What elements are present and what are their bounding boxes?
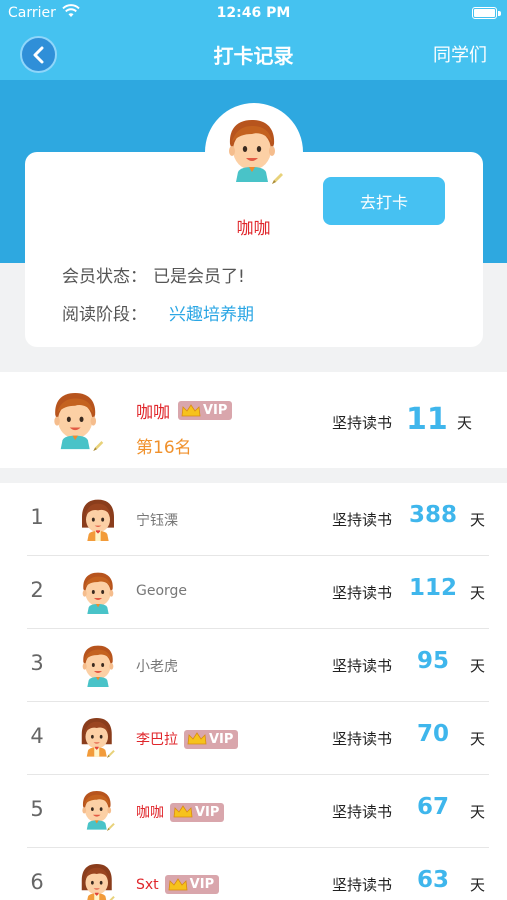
vip-badge: VIP [164,875,220,894]
classmates-link[interactable]: 同学们 [433,41,487,67]
rank-number: 3 [30,651,44,675]
battery-icon [472,7,497,19]
leaderboard-row[interactable]: 3 小老虎 坚持读书 95 天 [0,629,507,702]
page-title: 打卡记录 [213,44,294,68]
rank-number: 5 [30,797,44,821]
girl-avatar-icon [78,861,118,900]
my-days-count: 11 [406,402,448,437]
days-label: 坚持读书 [332,730,393,748]
my-name-text: 咖咖 [136,403,170,423]
vip-badge: VIP [178,401,233,420]
my-rank-panel: 咖咖 VIP 第16名 坚持读书 11 天 [0,372,507,468]
leaderboard-row[interactable]: 4 李巴拉 VIP 坚持读书 70 天 [0,702,507,775]
leaderboard-list: 1 宁钰溧 坚持读书 388 天 2 George 坚持读书 112 天 3 小… [0,483,507,900]
user-name: 小老虎 [136,659,178,675]
vip-label: VIP [209,731,234,747]
days-count: 67 [416,794,449,820]
days-unit: 天 [470,584,486,602]
rank-number: 1 [30,505,44,529]
my-rank-text: 第16名 [136,438,192,458]
navigation-bar: 打卡记录 同学们 [0,28,507,78]
my-days-label: 坚持读书 [332,414,393,432]
days-label: 坚持读书 [332,584,393,602]
vip-label: VIP [189,877,215,892]
girl-avatar-icon [78,715,118,765]
days-unit: 天 [470,511,486,529]
user-name: 宁钰溧 [136,513,178,529]
vip-label: VIP [195,804,220,820]
days-count: 70 [416,721,449,747]
reading-stage-value[interactable]: 兴趣培养期 [169,305,254,325]
days-label: 坚持读书 [332,657,393,675]
rank-number: 4 [30,724,44,748]
rank-number: 2 [30,578,44,602]
membership-label: 会员状态： [62,267,147,287]
reading-stage-row: 阅读阶段： 兴趣培养期 [62,300,254,325]
rank-number: 6 [30,870,44,894]
user-name: 李巴拉 VIP [136,729,239,749]
vip-badge: VIP [184,729,239,749]
days-label: 坚持读书 [332,803,393,821]
leaderboard-row[interactable]: 1 宁钰溧 坚持读书 388 天 [0,483,507,556]
my-days-unit: 天 [457,414,473,432]
membership-value: 已是会员了! [153,267,245,287]
user-name-text: 李巴拉 [136,732,178,748]
membership-row: 会员状态： 已是会员了! [62,262,245,287]
profile-avatar [205,103,303,201]
clock: 12:46 PM [216,5,291,21]
days-unit: 天 [470,876,486,894]
crown-icon [187,732,207,745]
boy-avatar-icon [78,569,118,619]
user-name: Sxt VIP [136,875,220,894]
crown-icon [173,805,193,818]
my-name: 咖咖 VIP [136,398,233,423]
leaderboard-row[interactable]: 2 George 坚持读书 112 天 [0,556,507,629]
days-unit: 天 [470,657,486,675]
days-unit: 天 [470,803,486,821]
days-count: 388 [408,502,457,528]
user-name-text: 咖咖 [136,805,164,821]
vip-label: VIP [203,403,228,418]
days-count: 63 [416,867,449,893]
boy-avatar-icon [78,788,118,838]
girl-avatar-icon [78,496,118,546]
user-name: George [136,583,188,599]
boy-avatar-icon [78,642,118,692]
user-name-text: Sxt [136,876,159,893]
boy-avatar-icon [54,393,104,451]
my-avatar [48,388,106,460]
user-name: 咖咖 VIP [136,802,225,822]
crown-icon [181,403,201,416]
days-unit: 天 [470,730,486,748]
boy-avatar-icon [229,120,283,184]
status-bar: Carrier 12:46 PM [0,0,507,28]
days-count: 112 [408,575,457,601]
leaderboard-row[interactable]: 6 Sxt VIP 坚持读书 63 天 [0,848,507,900]
reading-stage-label: 阅读阶段： [62,305,147,325]
days-count: 95 [416,648,449,674]
days-label: 坚持读书 [332,511,393,529]
vip-badge: VIP [170,802,225,822]
days-label: 坚持读书 [332,876,393,894]
crown-icon [168,877,188,890]
leaderboard-row[interactable]: 5 咖咖 VIP 坚持读书 67 天 [0,775,507,848]
checkin-button[interactable]: 去打卡 [323,177,445,225]
